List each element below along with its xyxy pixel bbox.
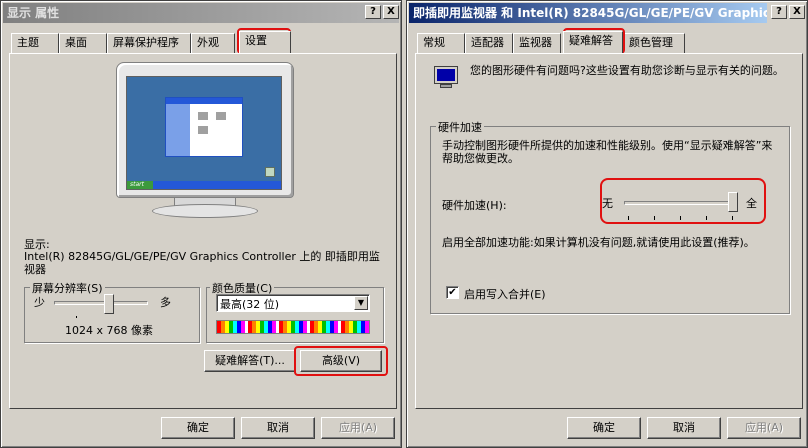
display-device-text: Intel(R) 82845G/GL/GE/PE/GV Graphics Con… (24, 250, 380, 276)
tab-desktop[interactable]: 桌面 (59, 33, 107, 53)
close-button[interactable]: X (789, 5, 805, 19)
preview-window (165, 97, 243, 157)
tab-screensaver[interactable]: 屏幕保护程序 (107, 33, 191, 53)
resolution-value: 1024 x 768 像素 (65, 324, 153, 337)
slider-highlight (600, 178, 766, 224)
display-properties-window: 显示 属性 ? X 主题 桌面 屏幕保护程序 外观 设置 start 显示: I… (0, 0, 402, 448)
preview-start-button: start (127, 181, 153, 189)
recycle-bin-icon (265, 167, 275, 177)
cancel-button[interactable]: 取消 (647, 417, 721, 439)
hardware-acceleration-description: 手动控制图形硬件所提供的加速和性能级别。使用“显示疑难解答”来帮助您做更改。 (442, 139, 773, 165)
troubleshoot-button[interactable]: 疑难解答(T)... (204, 350, 296, 372)
checkmark-icon: ✔ (448, 287, 457, 298)
title-bar: 即插即用监视器 和 Intel(R) 82845G/GL/GE/PE/GV Gr… (409, 3, 767, 23)
resolution-max-label: 多 (160, 296, 171, 309)
tab-monitor[interactable]: 监视器 (513, 33, 561, 53)
window-title: 即插即用监视器 和 Intel(R) 82845G/GL/GE/PE/GV Gr… (413, 6, 767, 20)
full-acceleration-text: 启用全部加速功能:如果计算机没有问题,就请使用此设置(推荐)。 (442, 236, 755, 249)
question-text: 您的图形硬件有问题吗?这些设置有助您诊断与显示有关的问题。 (470, 64, 784, 77)
color-quality-value: 最高(32 位) (220, 298, 280, 311)
apply-button[interactable]: 应用(A) (321, 417, 395, 439)
desktop-preview: start (126, 76, 282, 190)
hardware-acceleration-label: 硬件加速(H): (442, 199, 507, 212)
ok-button[interactable]: 确定 (567, 417, 641, 439)
troubleshoot-panel: 您的图形硬件有问题吗?这些设置有助您诊断与显示有关的问题。 硬件加速 手动控制图… (415, 53, 803, 409)
close-button[interactable]: X (383, 5, 399, 19)
settings-panel: start 显示: Intel(R) 82845G/GL/GE/PE/GV Gr… (9, 53, 397, 409)
color-quality-select[interactable]: 最高(32 位) ▼ (216, 294, 370, 312)
resolution-tick (76, 316, 77, 318)
write-combining-label[interactable]: 启用写入合并(E) (464, 286, 546, 302)
tab-themes[interactable]: 主题 (11, 33, 59, 53)
preview-taskbar: start (127, 181, 281, 189)
tab-appearance[interactable]: 外观 (191, 33, 235, 53)
advanced-button-highlight (294, 346, 388, 376)
tab-troubleshoot[interactable]: 疑难解答 (563, 31, 623, 53)
resolution-track (54, 301, 148, 305)
ok-button[interactable]: 确定 (161, 417, 235, 439)
color-spectrum-bar (216, 320, 370, 334)
hardware-acceleration-group-label: 硬件加速 (436, 119, 484, 135)
monitor-stand (152, 204, 258, 218)
dropdown-arrow-icon[interactable]: ▼ (354, 296, 368, 310)
write-combining-checkbox[interactable]: ✔ (446, 286, 459, 299)
resolution-slider[interactable] (104, 294, 115, 314)
help-button[interactable]: ? (771, 5, 787, 19)
tab-general[interactable]: 常规 (417, 33, 465, 53)
monitor-adapter-properties-window: 即插即用监视器 和 Intel(R) 82845G/GL/GE/PE/GV Gr… (406, 0, 808, 448)
tab-adapter[interactable]: 适配器 (465, 33, 513, 53)
monitor-preview: start (116, 62, 294, 222)
title-bar: 显示 属性 (3, 3, 399, 23)
resolution-min-label: 少 (34, 296, 45, 309)
monitor-icon (434, 66, 458, 92)
apply-button[interactable]: 应用(A) (727, 417, 801, 439)
tab-settings[interactable]: 设置 (239, 31, 291, 53)
cancel-button[interactable]: 取消 (241, 417, 315, 439)
help-button[interactable]: ? (365, 5, 381, 19)
window-title: 显示 属性 (7, 6, 60, 20)
tab-color-management[interactable]: 颜色管理 (623, 33, 685, 53)
